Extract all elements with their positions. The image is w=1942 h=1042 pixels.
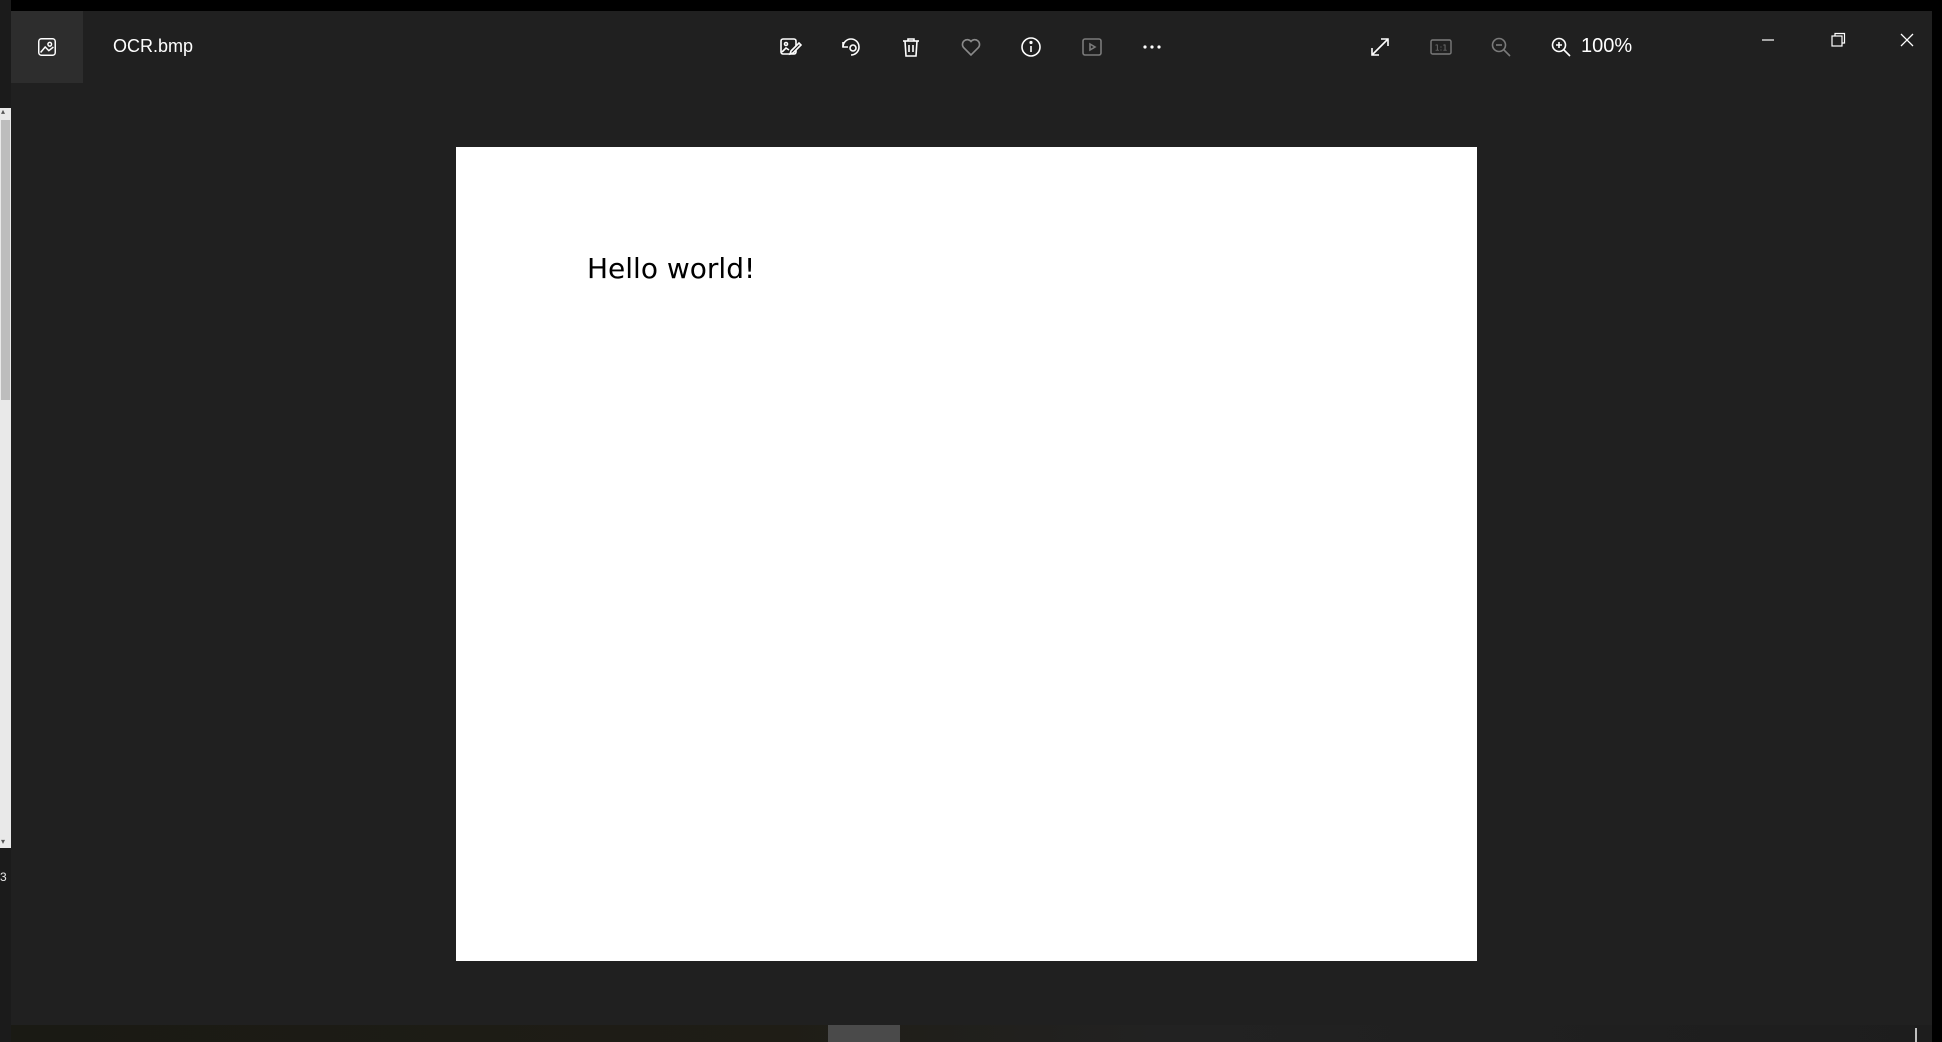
actual-size-icon: 1:1: [1430, 39, 1452, 55]
zoom-in-icon: [1551, 37, 1571, 57]
zoom-in-button[interactable]: [1543, 29, 1579, 65]
slideshow-button[interactable]: [1074, 29, 1110, 65]
background-scrollbar[interactable]: ▴ ▾: [0, 108, 11, 848]
slideshow-icon: [1082, 38, 1102, 56]
delete-button[interactable]: [893, 29, 929, 65]
photos-viewer-window: OCR.bmp 1:1 100% Hello world!: [11, 11, 1932, 1042]
desktop-screen: ▴ ▾ 3 OCR.bmp 1:1 100% Hello world!: [0, 0, 1942, 1042]
edit-create-icon: [780, 38, 802, 56]
fullscreen-button[interactable]: [1362, 29, 1398, 65]
more-options-button[interactable]: [1134, 29, 1170, 65]
scroll-down-arrow-icon[interactable]: ▾: [1, 838, 5, 846]
rotate-button[interactable]: [833, 29, 869, 65]
zoom-out-button[interactable]: [1483, 29, 1519, 65]
background-text-fragment: 3: [0, 870, 7, 884]
actual-size-button[interactable]: 1:1: [1423, 29, 1459, 65]
scroll-up-arrow-icon[interactable]: ▴: [1, 108, 5, 116]
filmstrip-bar: [11, 1025, 1932, 1042]
zoom-out-icon: [1491, 37, 1511, 57]
close-icon: [1900, 33, 1914, 47]
photos-app-icon: [38, 38, 56, 56]
close-button[interactable]: [1887, 25, 1927, 55]
info-icon: [1021, 37, 1041, 57]
favorite-button[interactable]: [953, 29, 989, 65]
heart-icon: [961, 38, 981, 57]
minimize-icon: [1762, 39, 1774, 41]
minimize-button[interactable]: [1748, 25, 1788, 55]
photos-app-button[interactable]: [11, 11, 83, 83]
actual-size-label: 1:1: [1435, 44, 1448, 53]
delete-icon: [903, 38, 919, 57]
restore-button[interactable]: [1818, 25, 1858, 55]
edit-create-button[interactable]: [772, 29, 808, 65]
file-name-title: OCR.bmp: [113, 36, 194, 56]
restore-icon: [1831, 32, 1846, 47]
background-scrollbar-thumb[interactable]: [1, 120, 10, 400]
title-bar: OCR.bmp 1:1 100%: [11, 11, 1932, 83]
image-canvas[interactable]: Hello world!: [456, 147, 1477, 961]
more-icon: [1143, 45, 1161, 49]
image-text-content: Hello world!: [587, 252, 756, 285]
filmstrip-scroll-thumb[interactable]: [828, 1025, 900, 1042]
info-button[interactable]: [1013, 29, 1049, 65]
rotate-icon: [842, 38, 860, 56]
zoom-level-label[interactable]: 100%: [1581, 35, 1632, 58]
fullscreen-icon: [1371, 38, 1389, 56]
filmstrip-end-marker: [1915, 1028, 1917, 1042]
